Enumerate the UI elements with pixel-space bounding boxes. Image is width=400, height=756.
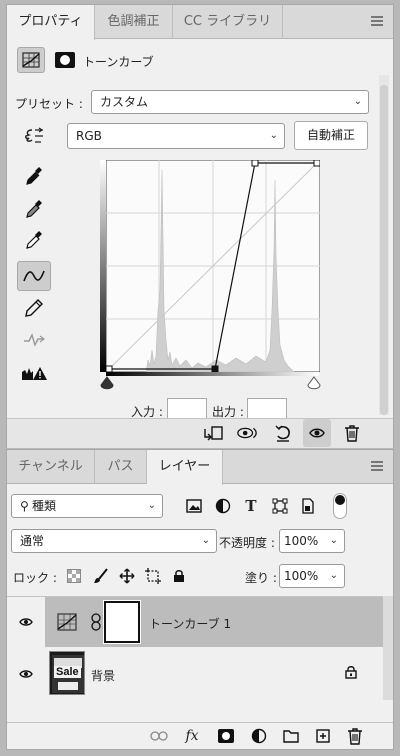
input-field[interactable]	[167, 398, 207, 420]
chain-link-icon[interactable]	[91, 613, 101, 634]
panel-menu-icon[interactable]	[371, 461, 383, 471]
preset-label: プリセット :	[15, 97, 83, 111]
black-point-slider-icon[interactable]	[99, 376, 115, 395]
reset-icon[interactable]	[272, 422, 294, 444]
eye-visibility-icon[interactable]	[15, 611, 37, 633]
filter-smart-object-icon[interactable]	[297, 495, 319, 517]
curves-adjustment-thumb-icon	[57, 613, 77, 634]
tab-paths[interactable]: パス	[95, 450, 147, 484]
tab-layers[interactable]: レイヤー	[147, 450, 223, 485]
filter-shape-icon[interactable]	[269, 495, 291, 517]
background-layer-thumbnail[interactable]: Sale	[49, 651, 85, 695]
eyedropper-white-icon[interactable]	[17, 226, 51, 254]
curve-graph[interactable]	[106, 160, 320, 372]
tab-cc-libraries[interactable]: CC ライブラリ	[173, 5, 283, 39]
layers-list: トーンカーブ 1 Sale 背景	[7, 596, 393, 700]
lock-position-icon[interactable]	[116, 565, 138, 587]
link-icon[interactable]	[148, 725, 170, 747]
filter-type-icon[interactable]: T	[240, 495, 262, 517]
search-icon: ⚲	[20, 499, 29, 513]
trash-icon[interactable]	[344, 725, 366, 747]
opacity-label: 不透明度 :	[219, 536, 275, 550]
layers-panel: チャンネル パス レイヤー ⚲ 種類 ⌄ T 通常 ⌄ 不透明度 : 100% ⌄ ロッ…	[6, 449, 394, 750]
chevron-down-icon: ⌄	[329, 535, 338, 546]
tab-channels[interactable]: チャンネル	[7, 450, 95, 484]
adjustment-title: トーンカーブ	[83, 55, 154, 69]
fx-icon[interactable]: fx	[181, 725, 203, 747]
fill-label: 塗り :	[245, 571, 277, 585]
layer-name: 背景	[91, 669, 116, 683]
properties-tabbar: プロパティ 色調補正 CC ライブラリ	[7, 5, 393, 40]
pencil-icon[interactable]	[17, 294, 51, 322]
output-field[interactable]	[247, 398, 287, 420]
on-image-adjust-icon[interactable]	[17, 122, 51, 150]
new-layer-icon[interactable]	[312, 725, 334, 747]
adjustment-icon[interactable]	[248, 725, 270, 747]
adjustment-layer-icon[interactable]	[17, 47, 45, 73]
chevron-down-icon: ⌄	[329, 570, 338, 581]
lock-artboard-icon[interactable]	[142, 565, 164, 587]
eyedropper-black-icon[interactable]	[17, 162, 51, 190]
lock-all-icon[interactable]	[168, 565, 190, 587]
layer-filter-select[interactable]: ⚲ 種類 ⌄	[11, 494, 163, 518]
filter-toggle-switch[interactable]	[333, 493, 347, 519]
chevron-down-icon: ⌄	[147, 500, 156, 511]
fill-field[interactable]: 100% ⌄	[279, 564, 345, 588]
tab-properties[interactable]: プロパティ	[7, 5, 95, 40]
thumb-text: Sale	[54, 666, 81, 678]
opacity-field[interactable]: 100% ⌄	[279, 529, 345, 553]
layer-mask-thumbnail[interactable]	[103, 600, 141, 644]
properties-scroll-thumb[interactable]	[380, 85, 388, 415]
chevron-down-icon: ⌄	[201, 535, 210, 546]
preset-select[interactable]: カスタム ⌄	[91, 90, 369, 114]
panel-menu-icon[interactable]	[371, 16, 383, 26]
blend-mode-select[interactable]: 通常 ⌄	[11, 529, 217, 553]
channel-select[interactable]: RGB ⌄	[67, 123, 285, 149]
trash-icon[interactable]	[341, 422, 363, 444]
clip-to-layer-icon[interactable]	[202, 422, 224, 444]
visibility-icon[interactable]	[303, 419, 331, 447]
lock-icon	[345, 665, 357, 682]
eyedropper-gray-icon[interactable]	[17, 195, 51, 223]
lock-image-pixels-icon[interactable]	[90, 565, 112, 587]
chevron-down-icon: ⌄	[269, 130, 278, 141]
mask-thumbnail-icon[interactable]	[55, 52, 75, 68]
smooth-icon[interactable]	[17, 326, 51, 354]
lock-label: ロック :	[13, 571, 57, 585]
layer-row[interactable]: Sale 背景	[7, 649, 383, 699]
lock-transparent-pixels-icon[interactable]	[63, 565, 85, 587]
eye-visibility-icon[interactable]	[15, 663, 37, 685]
properties-panel: プロパティ 色調補正 CC ライブラリ トーンカーブ プリセット : カスタム ⌄…	[6, 4, 394, 448]
clipping-warning-icon[interactable]	[17, 359, 51, 387]
layers-tabbar: チャンネル パス レイヤー	[7, 450, 393, 485]
view-previous-icon[interactable]	[236, 422, 258, 444]
folder-icon[interactable]	[280, 725, 302, 747]
curve-points-icon[interactable]	[17, 261, 51, 291]
tab-adjustments[interactable]: 色調補正	[95, 5, 173, 39]
filter-pixel-icon[interactable]	[183, 495, 205, 517]
layers-scrollbar[interactable]	[383, 596, 393, 700]
mask-icon[interactable]	[215, 725, 237, 747]
auto-button[interactable]: 自動補正	[294, 121, 368, 150]
properties-footer	[7, 418, 393, 448]
white-point-slider-icon[interactable]	[306, 376, 322, 395]
layer-name: トーンカーブ 1	[149, 617, 232, 631]
layer-row[interactable]: トーンカーブ 1	[7, 597, 393, 647]
filter-adjustment-icon[interactable]	[212, 495, 234, 517]
chevron-down-icon: ⌄	[353, 96, 362, 107]
